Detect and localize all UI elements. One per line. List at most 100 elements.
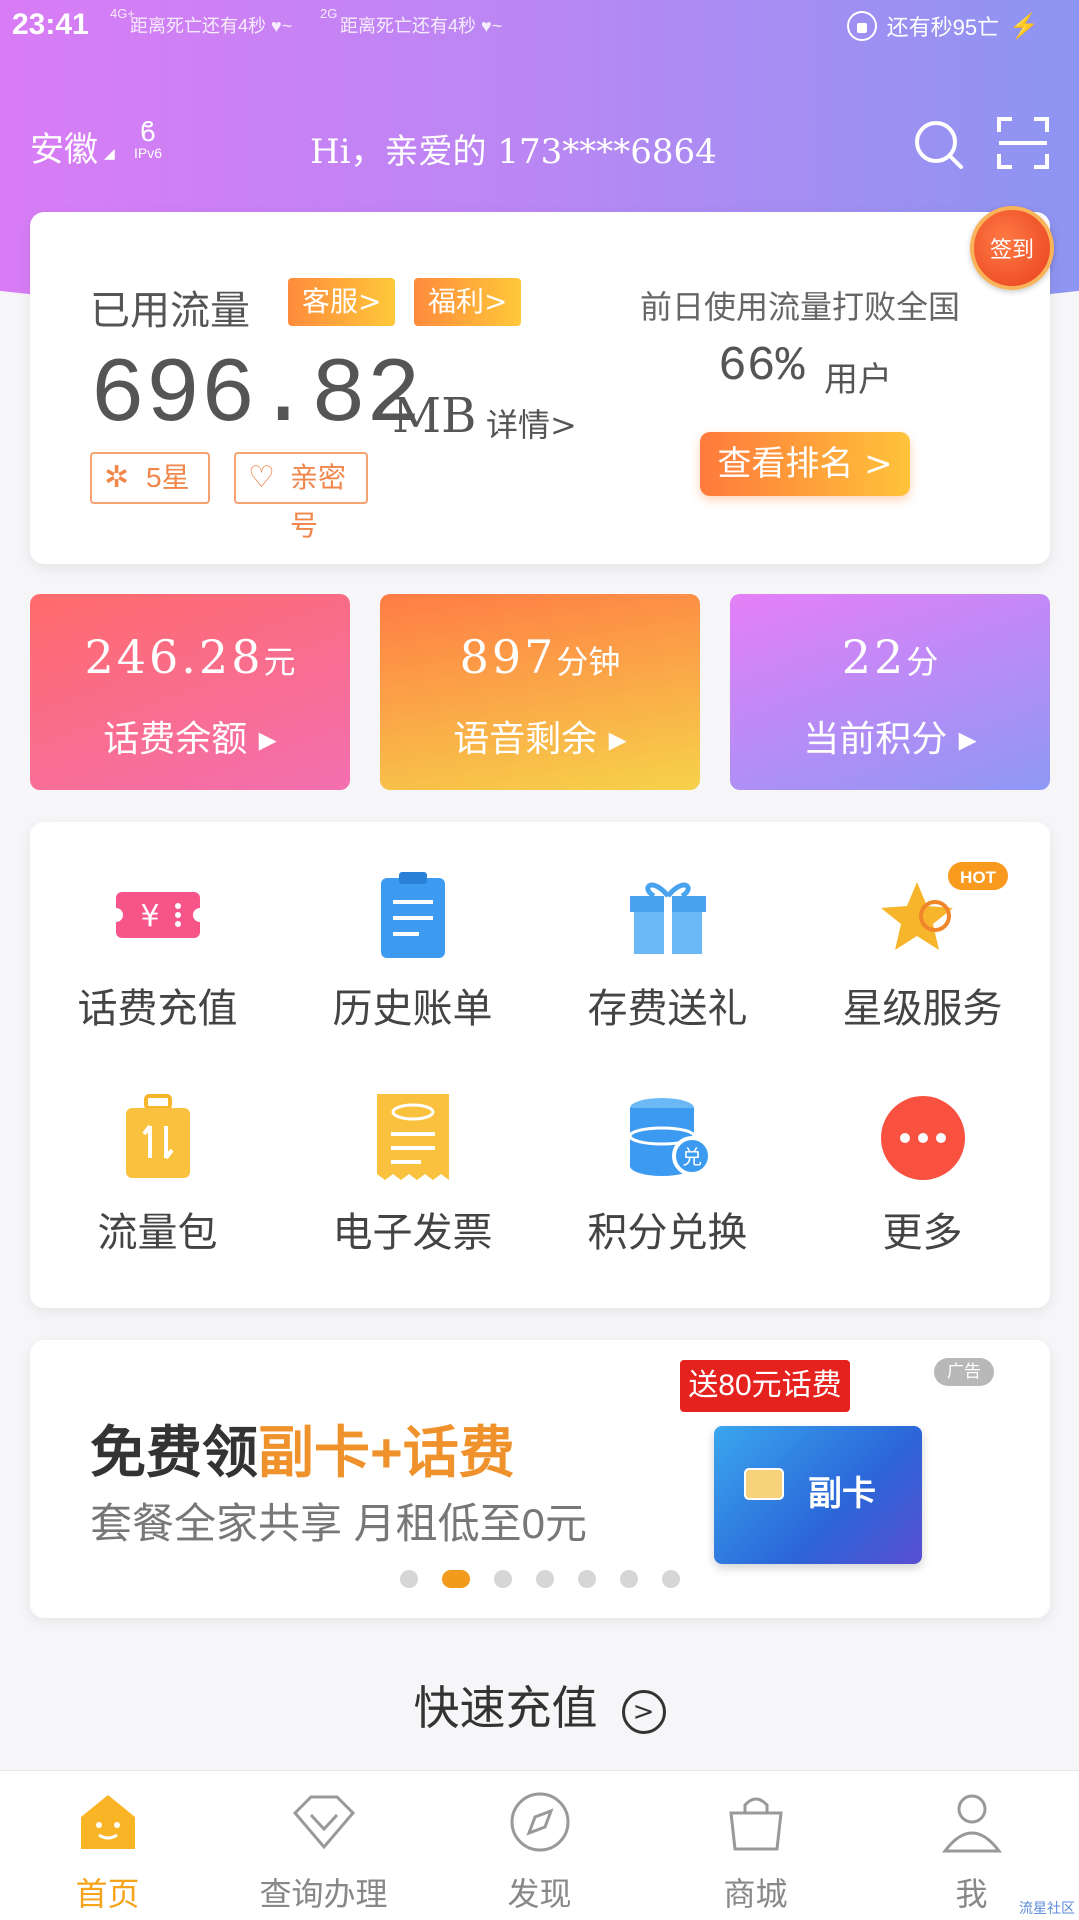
scan-icon[interactable] (996, 116, 1050, 170)
balance-value: 246.28 (84, 630, 264, 684)
points-label: 当前积分 ▸ (803, 719, 977, 760)
rank-percent: 66% (718, 340, 805, 394)
service-history-bill[interactable]: 历史账单 (285, 822, 540, 1042)
service-data-pack[interactable]: 流量包 (30, 1046, 285, 1266)
rank-suffix: 用户 (824, 360, 892, 400)
region-selector[interactable]: 安徽 ◢ (30, 122, 115, 171)
quick-recharge-link[interactable]: 快速充值 > (0, 1672, 1079, 1738)
search-icon[interactable] (912, 118, 964, 170)
service-deposit-gift[interactable]: 存费送礼 (540, 822, 795, 1042)
service-recharge[interactable]: ¥ 话费充值 (30, 822, 285, 1042)
ipv6-label: IPv6 (134, 145, 163, 161)
tab-home[interactable]: 首页 (0, 1771, 215, 1920)
points-value: 22 (841, 630, 907, 684)
points-tile[interactable]: 22分 当前积分 ▸ (730, 594, 1050, 790)
more-icon (880, 1096, 965, 1180)
tab-discover[interactable]: 发现 (432, 1771, 647, 1920)
service-label: 星级服务 (842, 986, 1003, 1032)
pagination-dot[interactable] (578, 1570, 596, 1588)
banner-subtitle: 套餐全家共享 月租低至0元 (90, 1500, 588, 1547)
star-level-tag[interactable]: ✲ 5星 (90, 452, 210, 504)
banner-title: 免费领副卡+话费 (90, 1408, 515, 1489)
banner-pagination (400, 1570, 680, 1588)
status-time: 23:41 (12, 8, 89, 41)
region-label: 安徽 (30, 130, 98, 170)
tab-label: 首页 (75, 1875, 140, 1913)
banner-title-plain: 免费领 (90, 1421, 258, 1484)
usage-unit: MB (392, 388, 477, 444)
tab-mall[interactable]: 商城 (648, 1771, 863, 1920)
service-more[interactable]: 更多 (795, 1046, 1050, 1266)
service-label: 积分兑换 (587, 1210, 748, 1256)
view-ranking-button[interactable]: 查看排名 > (700, 432, 910, 496)
customer-service-button[interactable]: 客服> (288, 278, 396, 326)
balance-label: 话费余额 ▸ (103, 719, 277, 760)
tab-label: 商城 (723, 1875, 788, 1913)
service-label: 历史账单 (332, 986, 493, 1032)
service-star-level[interactable]: HOT 星级服务 (795, 822, 1050, 1042)
pagination-dot-active[interactable] (442, 1570, 470, 1588)
star-badge-icon: ✲ (104, 461, 130, 494)
voice-unit: 分钟 (556, 643, 621, 681)
network-badge: 4G+ (110, 6, 135, 21)
rank-description: 前日使用流量打败全国 (640, 288, 961, 326)
signin-button[interactable]: 签到 (970, 206, 1054, 290)
pagination-dot[interactable] (620, 1570, 638, 1588)
diamond-icon (292, 1795, 355, 1850)
banner-title-highlight: 副卡+话费 (258, 1421, 515, 1484)
services-grid: ¥ 话费充值 历史账单 存费送礼 HOT 星级服务 流量包 电子发票 兑 积分兑… (30, 822, 1050, 1308)
pagination-dot[interactable] (494, 1570, 512, 1588)
usage-detail-link[interactable]: 详情> (486, 400, 577, 446)
svg-text:¥: ¥ (140, 899, 159, 934)
voice-label: 语音剩余 ▸ (453, 719, 627, 760)
service-label: 更多 (882, 1210, 963, 1256)
status-bar: 23:41 4G+ 距离死亡还有4秒 ♥~ 2G 距离死亡还有4秒 ♥~ 还有秒… (0, 0, 1079, 56)
ticket-icon: ¥ (111, 892, 204, 938)
chevron-right-circle-icon: > (621, 1690, 666, 1734)
balance-value-row: 246.28元 (30, 630, 350, 684)
welfare-button[interactable]: 福利> (414, 278, 522, 326)
database-icon: 兑 (628, 1098, 712, 1176)
lock-icon (846, 11, 877, 41)
family-number-tag[interactable]: ♡ 亲密号 (234, 452, 368, 541)
greeting-text: Hi，亲爱的 173****6864 (310, 132, 717, 172)
star-level-label: 5星 (146, 462, 190, 493)
luggage-icon (125, 1094, 190, 1178)
service-points-exchange[interactable]: 兑 积分兑换 (540, 1046, 795, 1266)
status-notice-1: 4G+ 距离死亡还有4秒 ♥~ (110, 6, 293, 38)
heart-icon: ♡ (248, 461, 275, 494)
network-badge: 2G (320, 6, 338, 21)
charging-icon: ⚡ (1009, 12, 1039, 40)
receipt-icon (376, 1094, 449, 1180)
service-label: 电子发票 (332, 1210, 493, 1256)
quick-recharge-label: 快速充值 (413, 1681, 598, 1735)
caret-down-icon: ◢ (104, 145, 115, 162)
pagination-dot[interactable] (400, 1570, 418, 1588)
pagination-dot[interactable] (536, 1570, 554, 1588)
watermark: 流星社区 (1019, 1900, 1075, 1916)
points-value-row: 22分 (730, 630, 1050, 684)
balance-unit: 元 (263, 643, 296, 681)
voice-tile[interactable]: 897分钟 语音剩余 ▸ (380, 594, 700, 790)
tab-query[interactable]: 查询办理 (216, 1771, 431, 1920)
ipv6-badge: ϐ IPv6 (134, 118, 163, 161)
service-label: 流量包 (97, 1210, 218, 1256)
status-right: 还有秒95亡 ⚡ (846, 10, 1039, 42)
svg-text:兑: 兑 (682, 1145, 702, 1169)
tab-label: 发现 (507, 1875, 572, 1913)
home-icon (80, 1795, 135, 1849)
points-unit: 分 (906, 643, 939, 681)
usage-value: 696.82 (90, 343, 422, 448)
pagination-dot[interactable] (662, 1570, 680, 1588)
ad-tag: 广告 (934, 1358, 994, 1386)
sim-card-label: 副卡 (808, 1475, 876, 1513)
balance-tile[interactable]: 246.28元 话费余额 ▸ (30, 594, 350, 790)
sim-card-image: 副卡 (714, 1426, 922, 1564)
hot-badge: HOT (948, 862, 1008, 890)
promo-tag: 送80元话费 (680, 1360, 850, 1412)
service-e-invoice[interactable]: 电子发票 (285, 1046, 540, 1266)
notice-text: 距离死亡还有4秒 ♥~ (340, 16, 503, 36)
notice-text: 距离死亡还有4秒 ♥~ (130, 16, 293, 36)
service-label: 存费送礼 (587, 986, 748, 1032)
service-label: 话费充值 (77, 986, 238, 1032)
